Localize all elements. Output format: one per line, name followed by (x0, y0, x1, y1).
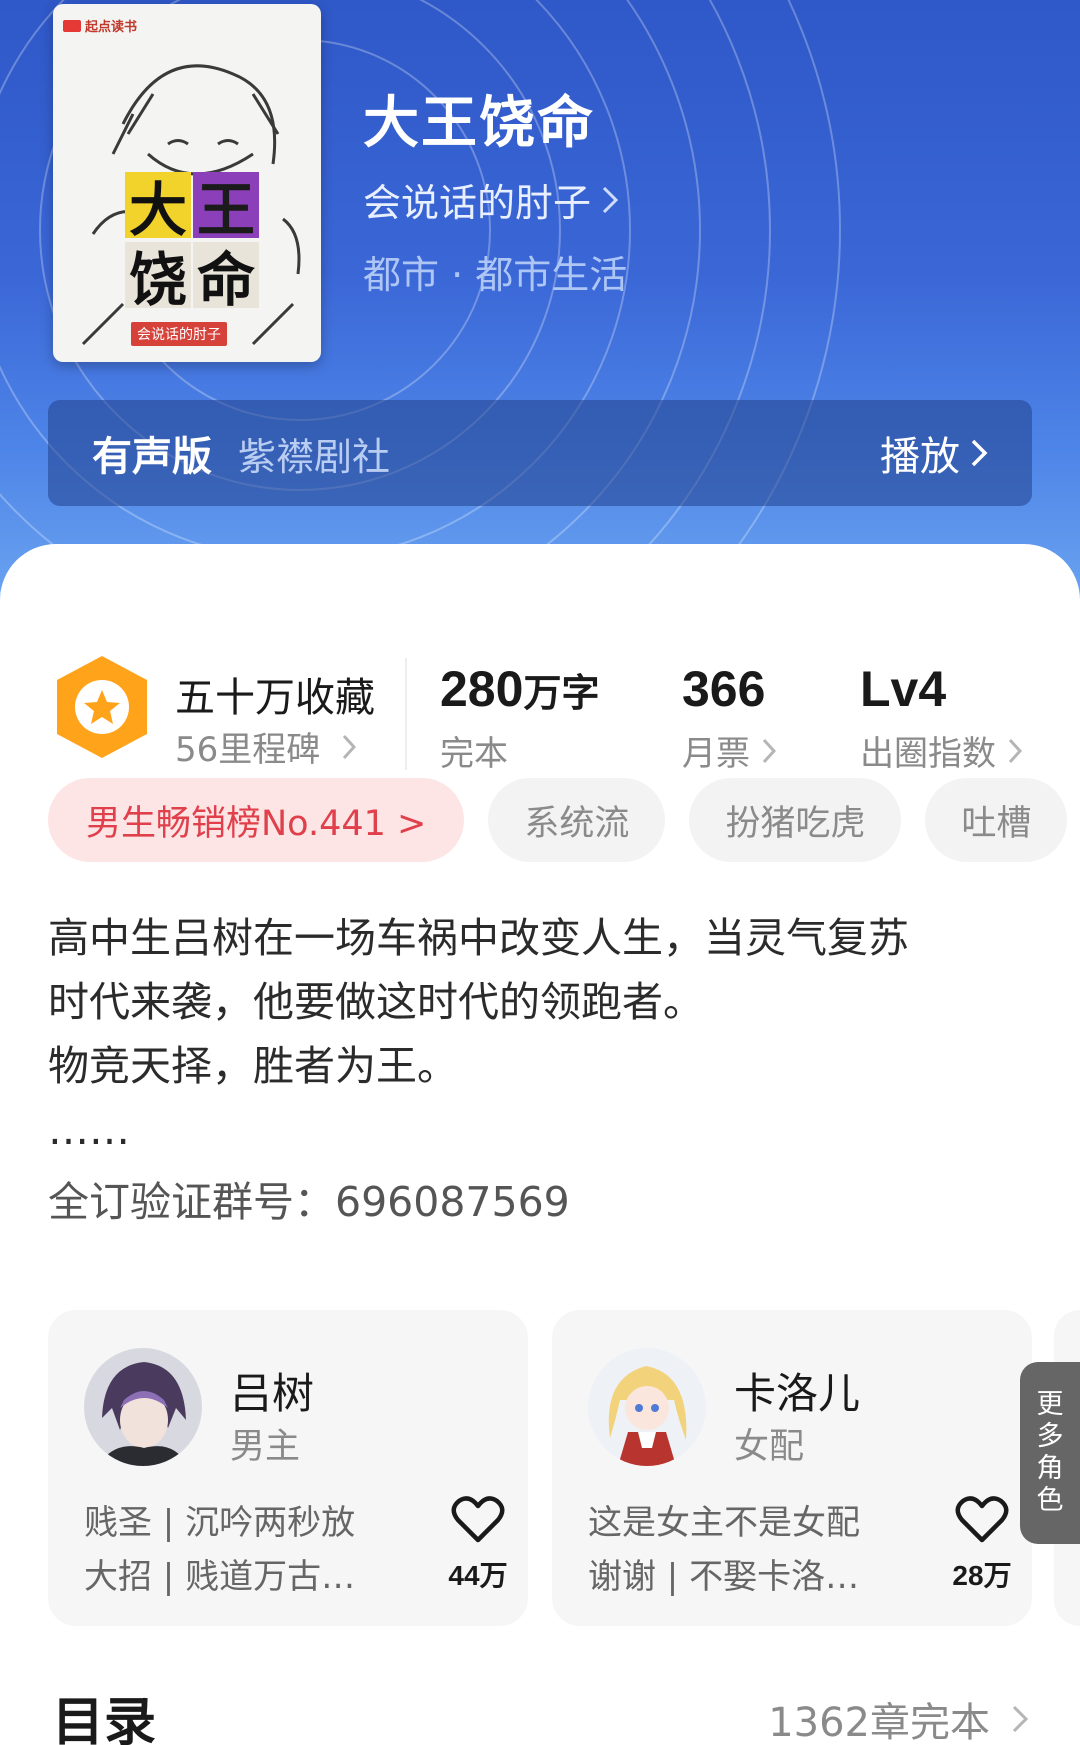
like-button[interactable]: 44万 (438, 1496, 518, 1594)
word-count-value: 280万字 (440, 661, 600, 717)
cover-author-tag: 会说话的肘子 (131, 322, 227, 346)
character-desc: 这是女主不是女配 谢谢 | 不娶卡洛… (588, 1503, 860, 1597)
audio-label: 有声版 (92, 434, 212, 480)
audio-version-bar[interactable]: 有声版 紫襟剧社 播放 (48, 400, 1032, 506)
cover-char-2: 王 (193, 172, 259, 244)
chevron-right-icon (1012, 1705, 1028, 1733)
divider (405, 658, 407, 770)
synopsis-line: 物竞天择，胜者为王。 (48, 1042, 458, 1090)
avatar (84, 1348, 202, 1466)
character-desc: 贱圣 | 沉吟两秒放 大招 | 贱道万古… (84, 1503, 356, 1597)
cover-char-3: 饶 (125, 242, 191, 314)
book-cover[interactable]: 起点读书 大 王 饶 命 会说话的肘子 (53, 4, 321, 362)
like-button[interactable]: 28万 (942, 1496, 1022, 1594)
heart-icon (451, 1496, 505, 1543)
milestone-link[interactable]: 56里程碑 (175, 722, 357, 771)
more-roles-char: 色 (1036, 1485, 1064, 1516)
stats-row: 五十万收藏 56里程碑 280万字 完本 366 月票 Lv4 出圈指数 (0, 600, 1080, 774)
chevron-right-icon (343, 734, 357, 759)
character-card[interactable]: 吕树 男主 贱圣 | 沉吟两秒放 大招 | 贱道万古… 44万 (48, 1310, 528, 1626)
synopsis-line: …… (48, 1106, 130, 1154)
more-roles-button[interactable]: 更 多 角 色 (1020, 1362, 1080, 1544)
character-list: 吕树 男主 贱圣 | 沉吟两秒放 大招 | 贱道万古… 44万 卡洛儿 女配 这… (48, 1310, 1080, 1628)
chevron-right-icon (971, 439, 988, 467)
word-count-stat: 280万字 完本 (440, 660, 599, 775)
toc-link[interactable]: 1362章完本 (768, 1690, 1028, 1745)
avatar (588, 1348, 706, 1466)
popularity-index-value: Lv4 (860, 661, 947, 717)
book-synopsis[interactable]: 高中生吕树在一场车祸中改变人生，当灵气复苏 时代来袭，他要做这时代的领跑者。 物… (48, 906, 1008, 1162)
character-type: 女配 (734, 1427, 805, 1467)
monthly-ticket-label: 月票 (682, 726, 776, 775)
character-type: 男主 (230, 1427, 301, 1467)
character-name: 吕树 (230, 1369, 315, 1418)
toc-summary: 1362章完本 (768, 1700, 990, 1745)
more-roles-char: 多 (1036, 1421, 1064, 1452)
synopsis-line: 高中生吕树在一场车祸中改变人生，当灵气复苏 (48, 914, 909, 962)
play-button[interactable]: 播放 (880, 424, 988, 482)
milestone-label: 56里程碑 (175, 730, 321, 770)
more-roles-char: 角 (1036, 1453, 1064, 1484)
synopsis-line: 时代来袭，他要做这时代的领跑者。 (48, 978, 704, 1026)
cover-char-4: 命 (193, 242, 259, 314)
monthly-ticket-value: 366 (682, 661, 766, 717)
chevron-right-icon (602, 186, 619, 213)
rank-tag[interactable]: 男生畅销榜No.441 > (48, 778, 465, 862)
like-count: 28万 (952, 1560, 1012, 1591)
verification-group: 全订验证群号：696087569 (48, 1178, 570, 1226)
character-name: 卡洛儿 (734, 1369, 861, 1418)
chevron-right-icon (762, 738, 776, 763)
audio-studio: 紫襟剧社 (238, 434, 391, 479)
monthly-ticket-stat[interactable]: 366 月票 (682, 660, 776, 775)
tag-system[interactable]: 系统流 (488, 778, 666, 862)
more-roles-char: 更 (1036, 1389, 1064, 1420)
popularity-index-stat[interactable]: Lv4 出圈指数 (860, 660, 1022, 775)
author-link[interactable]: 会说话的肘子 (363, 172, 619, 227)
toc-title: 目录 (52, 1693, 157, 1745)
tag-pig[interactable]: 扮猪吃虎 (689, 778, 902, 862)
chevron-right-icon (1008, 738, 1022, 763)
collect-title[interactable]: 五十万收藏 (175, 665, 375, 723)
like-count: 44万 (448, 1560, 508, 1591)
cover-char-1: 大 (125, 172, 191, 244)
author-name: 会说话的肘子 (363, 181, 592, 225)
character-card[interactable]: 卡洛儿 女配 这是女主不是女配 谢谢 | 不娶卡洛… 28万 (552, 1310, 1032, 1626)
popularity-index-label: 出圈指数 (860, 726, 1022, 775)
heart-icon (955, 1496, 1009, 1543)
tag-roast[interactable]: 吐槽 (925, 778, 1068, 862)
word-count-label: 完本 (440, 734, 508, 774)
tag-row: 男生畅销榜No.441 > 系统流 扮猪吃虎 吐槽 (48, 778, 1068, 862)
star-badge-icon (57, 656, 147, 758)
book-genre[interactable]: 都市 · 都市生活 (363, 244, 627, 299)
book-title: 大王饶命 (363, 90, 595, 156)
play-label: 播放 (880, 434, 960, 480)
book-hero: 起点读书 大 王 饶 命 会说话的肘子 大王饶命 会说话的肘子 都市 · 都市生… (0, 0, 1080, 600)
